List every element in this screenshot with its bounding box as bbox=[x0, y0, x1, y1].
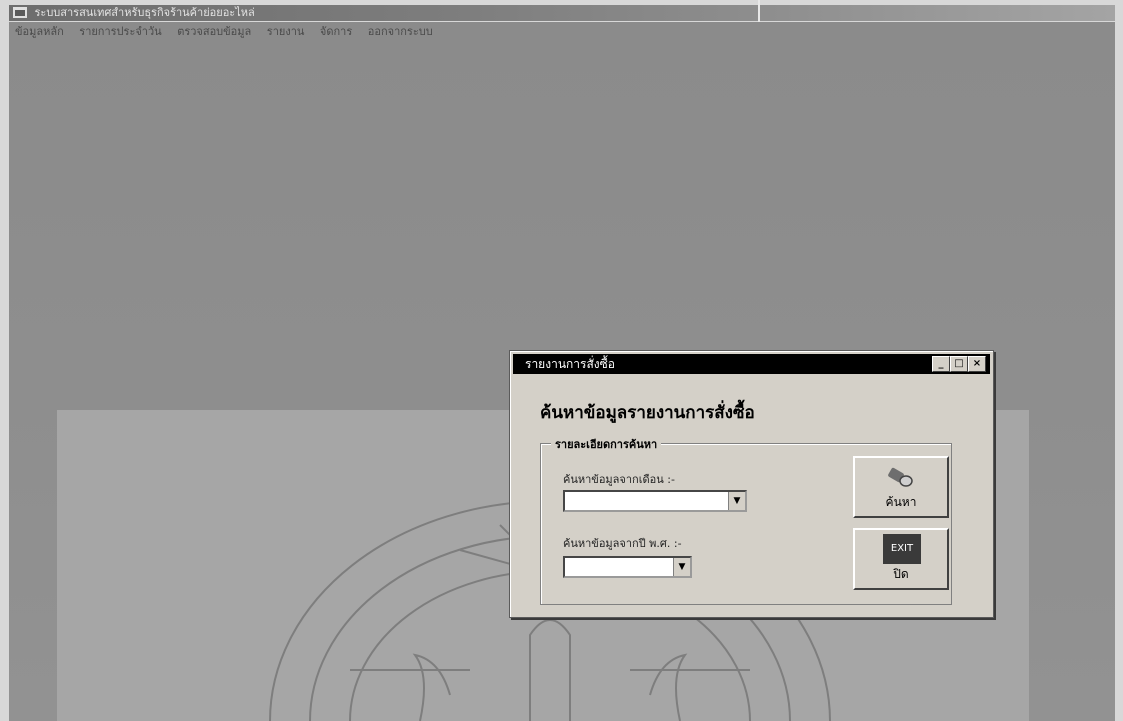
close-button-label: ปิด bbox=[893, 567, 909, 581]
chevron-down-icon[interactable]: ▼ bbox=[673, 558, 690, 576]
search-group-label: รายละเอียดการค้นหา bbox=[551, 435, 662, 453]
menu-item-manage[interactable]: จัดการ bbox=[320, 25, 352, 38]
menu-item-daily[interactable]: รายการประจำวัน bbox=[79, 25, 161, 38]
dialog-title-bar: รายงานการสั่งซื้อ _ □ × bbox=[513, 354, 990, 374]
maximize-icon[interactable]: □ bbox=[950, 356, 968, 372]
close-button[interactable]: EXIT ปิด bbox=[853, 528, 949, 590]
menu-item-master-data[interactable]: ข้อมูลหลัก bbox=[15, 25, 64, 38]
app-title: ระบบสารสนเทศสำหรับธุรกิจร้านค้าย่อยอะไหล… bbox=[34, 6, 255, 19]
search-button[interactable]: ค้นหา bbox=[853, 456, 949, 518]
purchase-report-dialog: รายงานการสั่งซื้อ _ □ × ค้นหาข้อมูลรายงา… bbox=[509, 350, 994, 618]
flashlight-icon bbox=[888, 467, 913, 487]
year-select[interactable]: ▼ bbox=[563, 556, 692, 578]
dialog-title: รายงานการสั่งซื้อ bbox=[525, 357, 615, 371]
app-title-bar: ระบบสารสนเทศสำหรับธุรกิจร้านค้าย่อยอะไหล… bbox=[9, 5, 1115, 21]
year-label: ค้นหาข้อมูลจากปี พ.ศ. :- bbox=[563, 537, 682, 550]
menu-item-check-data[interactable]: ตรวจสอบข้อมูล bbox=[177, 25, 251, 38]
minimize-icon[interactable]: _ bbox=[932, 356, 950, 372]
chevron-down-icon[interactable]: ▼ bbox=[728, 492, 745, 510]
exit-icon: EXIT bbox=[883, 534, 921, 564]
search-button-label: ค้นหา bbox=[885, 495, 917, 509]
month-select[interactable]: ▼ bbox=[563, 490, 747, 512]
menu-bar: ข้อมูลหลัก รายการประจำวัน ตรวจสอบข้อมูล … bbox=[9, 22, 1115, 42]
dialog-heading: ค้นหาข้อมูลรายงานการสั่งซื้อ bbox=[540, 403, 755, 423]
menu-item-report[interactable]: รายงาน bbox=[267, 25, 305, 38]
app-window-icon bbox=[13, 7, 27, 18]
close-icon[interactable]: × bbox=[968, 356, 986, 372]
menu-item-logout[interactable]: ออกจากระบบ bbox=[368, 25, 433, 38]
month-label: ค้นหาข้อมูลจากเดือน :- bbox=[563, 473, 675, 486]
screen-divider bbox=[758, 0, 760, 22]
search-groupbox: รายละเอียดการค้นหา ค้นหาข้อมูลจากเดือน :… bbox=[540, 435, 952, 605]
